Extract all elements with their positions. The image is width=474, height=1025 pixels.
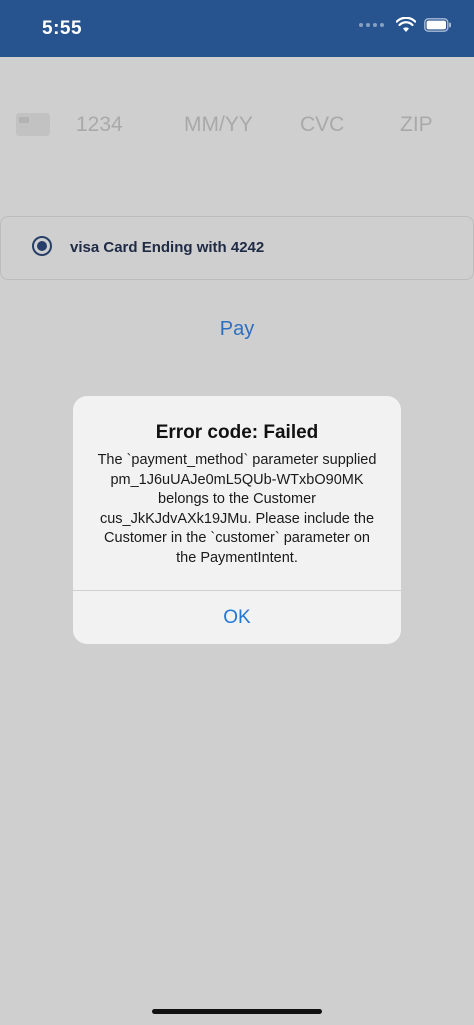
- saved-card-label: visa Card Ending with 4242: [70, 239, 265, 256]
- radio-selected-icon[interactable]: [32, 236, 52, 256]
- wifi-icon: [396, 17, 416, 32]
- alert-title: Error code: Failed: [155, 422, 319, 443]
- battery-icon: [424, 18, 451, 32]
- status-icons: [359, 17, 452, 33]
- alert-message: The `payment_method` parameter supplied …: [97, 452, 377, 566]
- card-entry-row: 1234 MM/YY CVC ZIP: [0, 95, 474, 155]
- error-alert: Error code: Failed The `payment_method` …: [73, 396, 401, 644]
- card-number-field[interactable]: 1234: [76, 113, 123, 137]
- status-bar: 5:55: [0, 0, 474, 57]
- pay-button[interactable]: Pay: [187, 314, 287, 344]
- home-indicator[interactable]: [152, 1009, 322, 1014]
- status-time: 5:55: [42, 18, 83, 39]
- zip-field[interactable]: ZIP: [400, 113, 433, 137]
- ok-button[interactable]: OK: [73, 591, 401, 644]
- expiry-field[interactable]: MM/YY: [184, 113, 253, 137]
- signal-dots-icon: [359, 23, 384, 27]
- saved-card-option[interactable]: visa Card Ending with 4242: [0, 216, 474, 280]
- credit-card-icon: [16, 113, 50, 136]
- cvc-field[interactable]: CVC: [300, 113, 344, 137]
